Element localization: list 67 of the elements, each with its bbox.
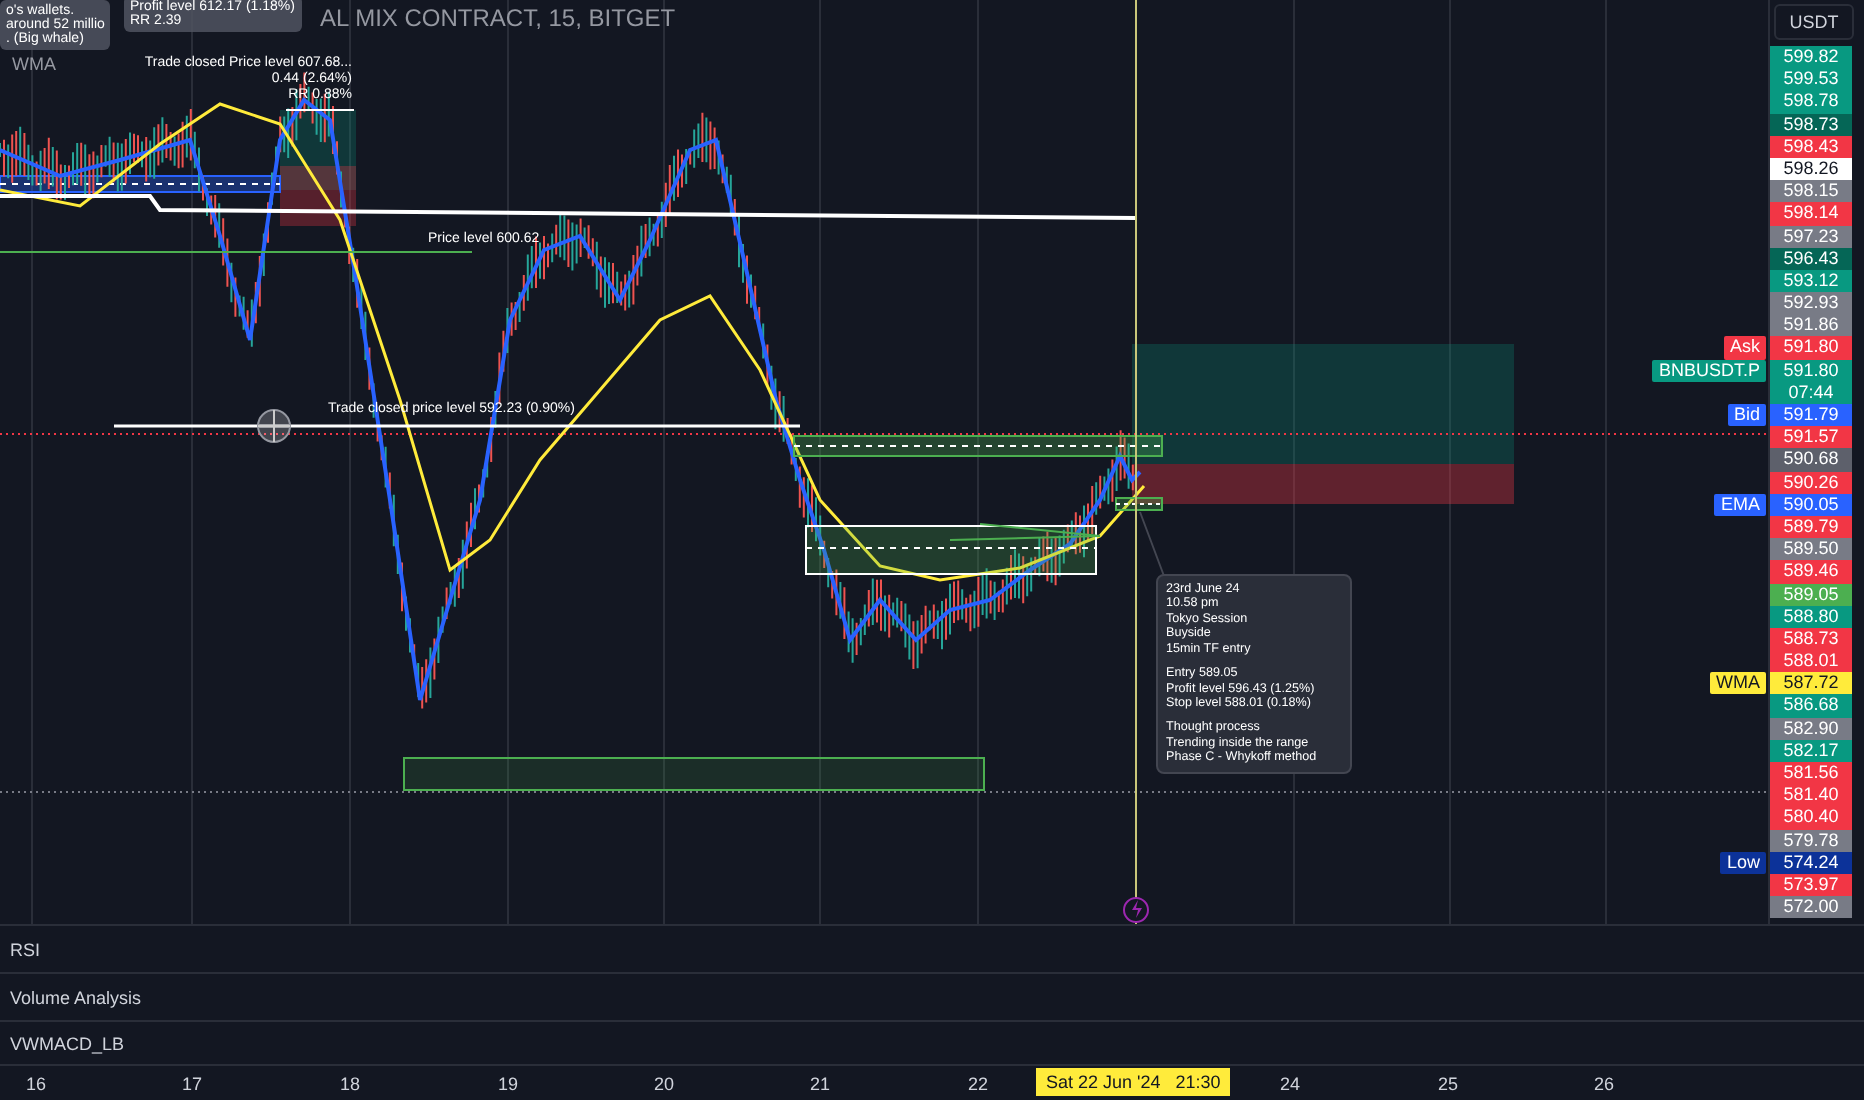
price-label: 598.15 xyxy=(1770,180,1852,203)
price-label: 596.43 xyxy=(1770,247,1852,270)
pane-title[interactable]: Volume Analysis xyxy=(10,987,142,1007)
time-tick-label: 22 xyxy=(968,1074,988,1094)
time-tick-label: 17 xyxy=(182,1074,202,1094)
time-tick-label: 26 xyxy=(1594,1074,1614,1094)
time-tick-label: 19 xyxy=(498,1074,518,1094)
time-tick-label: 25 xyxy=(1438,1074,1458,1094)
price-label: 589.50 xyxy=(1770,538,1852,561)
price-tag: Ask xyxy=(1723,336,1766,360)
pane-title[interactable]: VWMACD_LB xyxy=(10,1033,125,1053)
price-label: 581.56 xyxy=(1770,762,1852,785)
time-tick-label: 18 xyxy=(340,1074,360,1094)
price-label: 581.40 xyxy=(1770,784,1852,807)
price-text: 591.80 xyxy=(1781,359,1841,382)
price-label: 598.43 xyxy=(1770,135,1852,158)
price-label: 598.73 xyxy=(1770,113,1852,136)
price-label: 573.97 xyxy=(1770,873,1852,897)
price-label: 572.00 xyxy=(1770,896,1852,919)
price-label: 588.73 xyxy=(1770,627,1852,651)
price-label: 599.82 xyxy=(1770,46,1852,69)
time-tick-label: 20 xyxy=(654,1074,674,1094)
pane-title[interactable]: RSI xyxy=(10,939,41,959)
time-tick-label: 24 xyxy=(1280,1074,1300,1094)
price-label: 582.17 xyxy=(1770,739,1852,763)
price-level-line xyxy=(285,109,355,111)
price-label: 574.24 xyxy=(1770,851,1852,874)
price-label: 579.78 xyxy=(1770,829,1852,852)
range-box xyxy=(1115,497,1163,511)
price-label: 598.14 xyxy=(1770,202,1852,225)
loss-zone xyxy=(280,166,356,226)
price-label: 586.68 xyxy=(1770,694,1852,718)
crosshair-icon xyxy=(257,409,291,443)
price-label: 582.90 xyxy=(1770,717,1852,740)
chart-title: AL MIX CONTRACT, 15, BITGET xyxy=(320,4,676,32)
price-label: 588.80 xyxy=(1770,605,1852,628)
indicator-label: WMA xyxy=(12,54,56,75)
price-tag: EMA xyxy=(1714,493,1766,516)
crosshair-time-label: Sat 22 Jun '24 21:30 xyxy=(1036,1068,1231,1096)
lightning-icon[interactable] xyxy=(1123,897,1149,923)
time-tick-label: 21 xyxy=(810,1074,830,1094)
price-label: 592.93 xyxy=(1770,292,1852,315)
price-tag: WMA xyxy=(1710,672,1766,695)
price-tag: Bid xyxy=(1727,404,1766,427)
price-label: 599.53 xyxy=(1770,68,1852,91)
price-label: 589.79 xyxy=(1770,515,1852,539)
price-label: 589.05 xyxy=(1770,583,1852,606)
countdown-text: 07:44 xyxy=(1786,381,1836,405)
price-label: 591.80 xyxy=(1770,336,1852,360)
price-tag: BNBUSDT.P xyxy=(1652,359,1766,382)
currency-button[interactable]: USDT xyxy=(1774,4,1854,40)
price-label: 590.26 xyxy=(1770,471,1852,494)
price-label: 591.86 xyxy=(1770,314,1852,337)
price-label: 591.57 xyxy=(1770,426,1852,449)
price-label: 587.72 xyxy=(1770,672,1852,695)
price-label: 590.05 xyxy=(1770,493,1852,516)
price-label: 598.26 xyxy=(1770,157,1852,181)
price-label: 593.12 xyxy=(1770,269,1852,293)
price-label: 590.68 xyxy=(1770,448,1852,472)
time-tick-label: 16 xyxy=(26,1074,46,1094)
price-label: 588.01 xyxy=(1770,650,1852,673)
price-tag: Low xyxy=(1720,851,1766,874)
price-label: 580.40 xyxy=(1770,806,1852,830)
price-label: 589.46 xyxy=(1770,560,1852,584)
price-label: 597.23 xyxy=(1770,225,1852,248)
price-label: 598.78 xyxy=(1770,90,1852,114)
price-label: 591.79 xyxy=(1770,404,1852,427)
